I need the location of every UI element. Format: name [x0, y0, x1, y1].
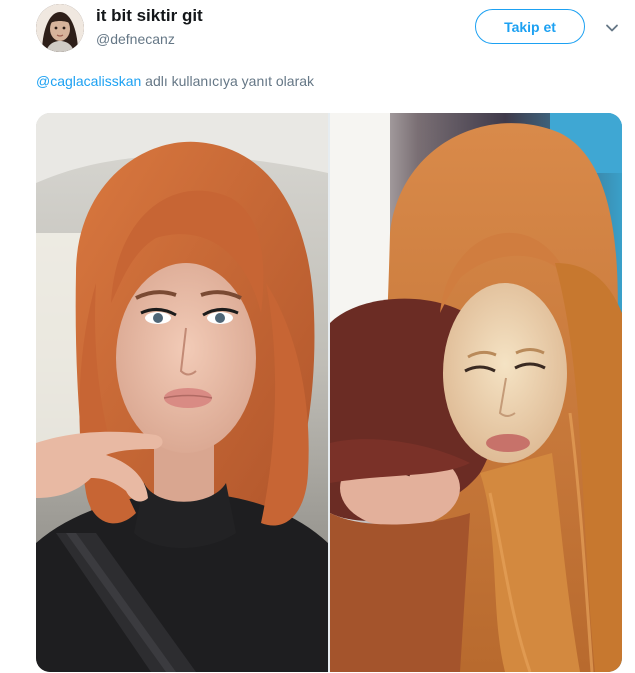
avatar[interactable] [36, 4, 84, 52]
display-name[interactable]: it bit siktir git [96, 6, 203, 26]
media-grid [36, 113, 622, 672]
follow-button[interactable]: Takip et [475, 9, 585, 44]
username-handle[interactable]: @defnecanz [96, 31, 175, 47]
reply-context-text: adlı kullanıcıya yanıt olarak [141, 73, 315, 89]
reply-context: @caglacalisskan adlı kullanıcıya yanıt o… [36, 73, 314, 89]
media-photo-1[interactable] [36, 113, 328, 672]
media-photo-2[interactable] [330, 113, 622, 672]
tweet-card: it bit siktir git @defnecanz Takip et @c… [0, 0, 635, 673]
chevron-down-icon[interactable] [604, 20, 620, 36]
mention-link[interactable]: @caglacalisskan [36, 73, 141, 89]
